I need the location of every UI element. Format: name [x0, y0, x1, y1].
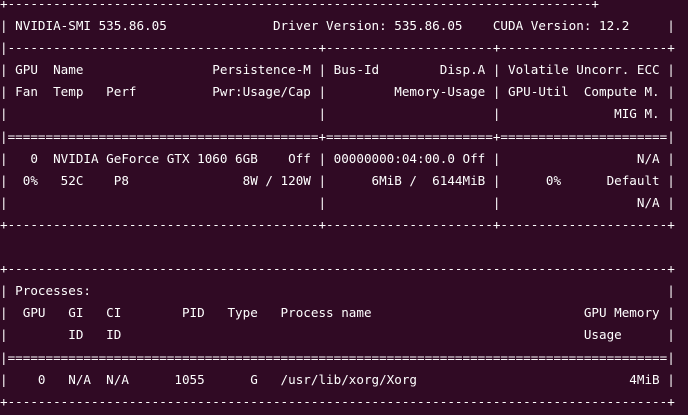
gpu-info-row-3: | | | N/A | [0, 194, 675, 210]
header-separator: |---------------------------------------… [0, 40, 675, 56]
processes-column-header-row-1: | GPU GI CI PID Type Process name GPU Me… [0, 305, 675, 321]
process-row: | 0 N/A N/A 1055 G /usr/lib/xorg/Xorg 4M… [0, 371, 675, 387]
gpu-column-header-row-2: | Fan Temp Perf Pwr:Usage/Cap | Memory-U… [0, 84, 675, 100]
gpu-column-header-row-3: | | | MIG M. | [0, 106, 675, 122]
processes-bottom-border: +---------------------------------------… [0, 393, 675, 409]
gpu-info-row-2: | 0% 52C P8 8W / 120W | 6MiB / 6144MiB |… [0, 172, 675, 188]
version-header-row: | NVIDIA-SMI 535.86.05 Driver Version: 5… [0, 18, 675, 34]
terminal-output[interactable]: +---------------------------------------… [0, 0, 675, 413]
gpu-column-header-row-1: | GPU Name Persistence-M | Bus-Id Disp.A… [0, 62, 675, 78]
processes-double-separator: |=======================================… [0, 349, 675, 365]
processes-top-border: +---------------------------------------… [0, 261, 675, 277]
processes-column-header-row-2: | ID ID Usage | [0, 327, 675, 343]
gpu-info-row-1: | 0 NVIDIA GeForce GTX 1060 6GB Off | 00… [0, 150, 675, 166]
gpu-header-double-separator: |=======================================… [0, 128, 675, 144]
processes-title: | Processes: | [0, 283, 675, 299]
gpu-table-bottom-border: +---------------------------------------… [0, 216, 675, 232]
table-top-border: +---------------------------------------… [0, 0, 599, 11]
